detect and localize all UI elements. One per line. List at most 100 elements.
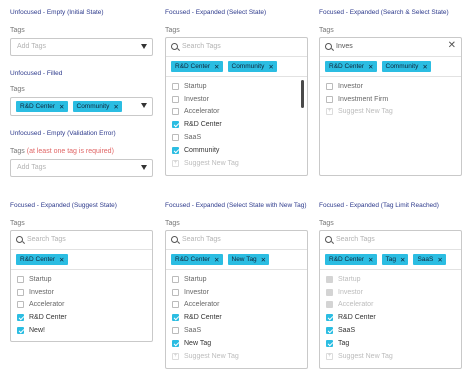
tags-dropdown-limit: Search Tags R&D Center ✕ Tag ✕ SaaS ✕ Start… <box>319 230 462 369</box>
checkbox[interactable] <box>172 146 179 154</box>
checkbox[interactable] <box>172 275 179 283</box>
checkbox[interactable] <box>326 339 333 347</box>
checkbox[interactable] <box>326 327 333 335</box>
close-icon[interactable]: ✕ <box>437 256 442 264</box>
checkbox[interactable] <box>172 82 179 90</box>
option-startup: Startup <box>326 273 393 286</box>
tag-chip: Tag ✕ <box>381 254 409 265</box>
close-icon[interactable]: ✕ <box>422 63 427 71</box>
option-label: Suggest New Tag <box>184 159 239 167</box>
tag-chip: SaaS ✕ <box>413 254 446 265</box>
checkbox[interactable] <box>172 121 179 129</box>
tags-select-filled[interactable]: R&D Center ✕ Community ✕ <box>10 97 153 116</box>
option-investor[interactable]: Investor <box>326 80 393 93</box>
suggest-new-tag[interactable]: + Suggest New Tag <box>326 106 393 119</box>
option-rd-center[interactable]: R&D Center <box>172 311 239 324</box>
search-input[interactable]: Search Tags <box>182 43 221 50</box>
option-investor: Investor <box>326 286 393 299</box>
search-input[interactable]: Search Tags <box>336 236 375 243</box>
option-startup[interactable]: Startup <box>17 273 67 286</box>
search-icon <box>325 43 332 50</box>
option-investor[interactable]: Investor <box>172 286 239 299</box>
checkbox[interactable] <box>326 314 333 322</box>
option-startup[interactable]: Startup <box>172 273 239 286</box>
option-saas[interactable]: SaaS <box>172 131 239 144</box>
option-saas[interactable]: SaaS <box>172 324 239 337</box>
close-icon[interactable]: ✕ <box>59 256 64 264</box>
checkbox[interactable] <box>172 314 179 322</box>
option-new-tag[interactable]: New Tag <box>172 337 239 350</box>
search-input[interactable]: Search Tags <box>182 236 221 243</box>
clear-icon[interactable]: ✕ <box>448 41 456 51</box>
checkbox[interactable] <box>172 301 179 309</box>
suggest-new-tag[interactable]: + Suggest New Tag <box>172 157 239 170</box>
option-community[interactable]: Community <box>172 144 239 157</box>
close-icon[interactable]: ✕ <box>268 63 273 71</box>
search-input[interactable]: Search Tags <box>27 236 66 243</box>
checkbox[interactable] <box>172 327 179 335</box>
close-icon[interactable]: ✕ <box>400 256 405 264</box>
checkbox[interactable] <box>172 108 179 116</box>
option-investor[interactable]: Investor <box>172 93 239 106</box>
tag-chip: Community ✕ <box>72 101 122 112</box>
tags-select-error[interactable]: Add Tags <box>10 159 153 177</box>
close-icon[interactable]: ✕ <box>368 63 373 71</box>
option-label: Investor <box>338 288 363 296</box>
option-startup[interactable]: Startup <box>172 80 239 93</box>
close-icon[interactable]: ✕ <box>214 256 219 264</box>
close-icon[interactable]: ✕ <box>261 256 266 264</box>
option-saas[interactable]: SaaS <box>326 324 393 337</box>
close-icon[interactable]: ✕ <box>214 63 219 71</box>
checkbox[interactable] <box>17 275 24 283</box>
option-tag[interactable]: Tag <box>326 337 393 350</box>
option-label: SaaS <box>338 327 356 335</box>
tag-label: Tag <box>385 256 396 263</box>
checkbox[interactable] <box>17 314 24 322</box>
option-label: Investor <box>184 95 209 103</box>
checkbox[interactable] <box>172 134 179 142</box>
close-icon[interactable]: ✕ <box>368 256 373 264</box>
tag-chip: R&D Center ✕ <box>171 61 223 72</box>
option-label: R&D Center <box>29 314 67 322</box>
close-icon[interactable]: ✕ <box>59 103 64 111</box>
option-accelerator[interactable]: Accelerator <box>172 106 239 119</box>
tag-label: R&D Center <box>20 256 56 263</box>
checkbox[interactable] <box>172 95 179 103</box>
tag-label: New Tag <box>231 256 257 263</box>
option-label: Accelerator <box>338 301 374 309</box>
tag-label: R&D Center <box>175 256 211 263</box>
checkbox[interactable] <box>17 288 24 296</box>
checkbox[interactable] <box>172 339 179 347</box>
close-icon[interactable]: ✕ <box>113 103 118 111</box>
checkbox[interactable] <box>326 82 333 90</box>
search-input[interactable]: Inves <box>336 43 353 50</box>
scrollbar[interactable] <box>301 80 304 108</box>
search-icon <box>325 236 332 243</box>
field-label: Tags <box>165 27 180 34</box>
option-label: Investor <box>184 288 209 296</box>
option-investor[interactable]: Investor <box>17 286 67 299</box>
chevron-down-icon <box>141 165 147 170</box>
option-investment-firm[interactable]: Investment Firm <box>326 93 393 106</box>
option-accelerator[interactable]: Accelerator <box>17 299 67 312</box>
section-title: Unfocused - Empty (Validation Error) <box>10 130 116 137</box>
tags-select-empty[interactable]: Add Tags <box>10 38 153 56</box>
suggest-new-tag[interactable]: + Suggest New Tag <box>172 350 239 363</box>
option-rd-center[interactable]: R&D Center <box>17 311 67 324</box>
tags-dropdown-new-tag: Search Tags R&D Center ✕ New Tag ✕ Startup… <box>165 230 308 369</box>
option-label: New! <box>29 327 45 335</box>
checkbox[interactable] <box>326 95 333 103</box>
option-accelerator[interactable]: Accelerator <box>172 299 239 312</box>
option-label: Accelerator <box>184 301 220 309</box>
option-rd-center[interactable]: R&D Center <box>172 118 239 131</box>
option-new[interactable]: New! <box>17 324 67 337</box>
option-label: Suggest New Tag <box>338 108 393 116</box>
checkbox[interactable] <box>17 301 24 309</box>
plus-icon: + <box>172 352 179 360</box>
checkbox[interactable] <box>172 288 179 296</box>
option-label: SaaS <box>184 134 202 142</box>
checkbox[interactable] <box>17 327 24 335</box>
option-rd-center[interactable]: R&D Center <box>326 311 393 324</box>
checkbox <box>326 288 333 296</box>
option-label: R&D Center <box>184 121 222 129</box>
